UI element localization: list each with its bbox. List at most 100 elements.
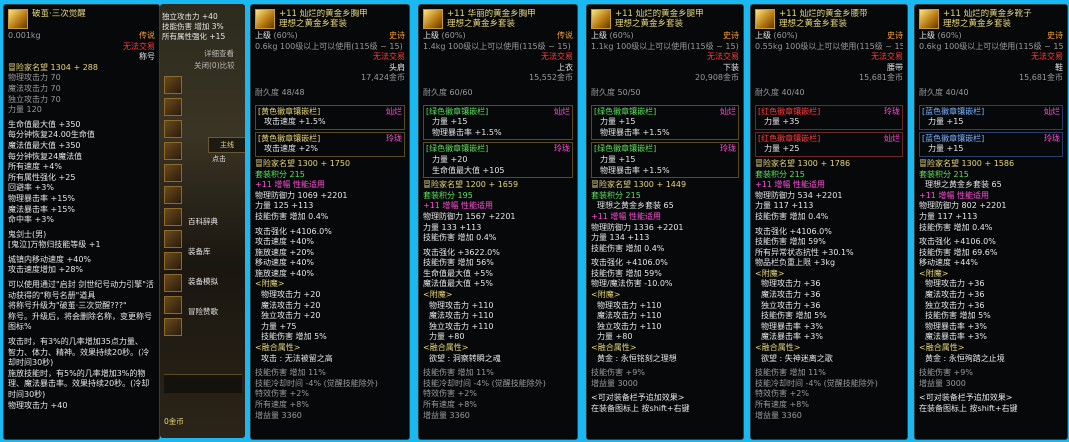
bonus-stats: 攻击强化 +4106.0% 技能伤害 增加 59% 所有异常状态抗性 +30.1… xyxy=(755,227,903,269)
fusion-stats: 技能伤害 增加 11% 技能冷却时间 -4% (觉醒技能除外) 特效伤害 +2%… xyxy=(255,368,405,421)
emblem-slot[interactable]: [红色徽章镶嵌栏] 玲珑 力量 +35 xyxy=(755,104,903,130)
emblem-slot[interactable]: [蓝色徽章镶嵌栏] 灿烂 力量 +15 xyxy=(919,104,1063,130)
stat-line: 攻击强化 +4106.0% xyxy=(255,226,332,236)
emblem-stat: 力量 +15 xyxy=(928,144,964,154)
emblem-slot[interactable]: [黄色徽章镶嵌栏] 灿烂 攻击速度 +1.5% xyxy=(255,104,405,130)
equipment-slot[interactable] xyxy=(164,230,182,248)
emblem-stat: 攻击速度 +1.5% xyxy=(264,117,326,127)
click-hint: 点击 xyxy=(212,155,226,163)
item-slot: 腰带 xyxy=(887,62,903,72)
item-rarity: 史诗 xyxy=(723,31,739,40)
amplify-line: +11 增幅 性能适用 xyxy=(919,190,989,200)
emblem-slot-label: [绿色徽章镶嵌栏] xyxy=(594,106,657,116)
item-rarity: 史诗 xyxy=(887,31,903,40)
item-weight: 1.4kg xyxy=(423,41,446,51)
stat-line: 技能伤害 增加 11% xyxy=(423,368,494,378)
fame-line: 冒险家名望 1300 + 1786 xyxy=(755,158,851,168)
quick-bar[interactable] xyxy=(164,374,242,393)
stat-line: 施放速度 +40% xyxy=(255,268,315,278)
fame-line: 冒险家名望 1304 + 288 xyxy=(8,62,98,72)
emblem-slot[interactable]: [绿色徽章镶嵌栏] 灿烂 力量 +15 物理暴击率 +1.5% xyxy=(591,104,739,141)
level-requirement: 100级以上可以使用(115级 ~ 15) xyxy=(447,41,571,51)
emblem-quality: 灿烂 xyxy=(884,133,900,143)
skill-damage-line: 技能伤害 增加 0.4% xyxy=(919,222,993,232)
emblem-slot[interactable]: [绿色徽章镶嵌栏] 灿烂 力量 +15 物理暴击率 +1.5% xyxy=(423,104,573,141)
stat-line: 物理攻击力 70 xyxy=(8,73,61,83)
menu-equipment-library[interactable]: 装备库 xyxy=(188,246,218,276)
menu-adventure[interactable]: 冒险赞歌 xyxy=(188,306,218,336)
equipment-slot[interactable] xyxy=(164,164,182,182)
skill-level-line: [鬼泣]万物归技能等级 +1 xyxy=(8,240,101,250)
emblem-quality: 玲珑 xyxy=(720,144,736,154)
equipment-slot[interactable] xyxy=(164,186,182,204)
durability: 耐久度 48/48 xyxy=(255,87,305,97)
hint-compare[interactable]: 关闭(0)比较 xyxy=(194,60,235,71)
emblem-quality: 玲珑 xyxy=(386,133,402,143)
fusion-name: 欲望 : 失神迷离之歌 xyxy=(761,353,833,363)
stat-line: 魔法攻击力 +36 xyxy=(761,290,821,300)
stat-line: 物品栏负重上限 +3kg xyxy=(755,258,836,268)
emblem-quality: 灿烂 xyxy=(554,106,570,116)
emblem-slot[interactable]: [绿色徽章镶嵌栏] 玲珑 力量 +20 生命值最大值 +105 xyxy=(423,142,573,179)
belt-item-icon xyxy=(755,9,775,29)
base-stats: 物理攻击力 70 魔法攻击力 70 独立攻击力 70 力量 120 xyxy=(8,73,155,115)
defense-line: 物理防御力 1336 +2201 xyxy=(591,222,684,232)
item-weight: 0.55kg xyxy=(755,41,783,51)
last-stat: 物理攻击力 +40 xyxy=(8,400,68,410)
stat-line: 技能伤害 增加 11% xyxy=(755,368,826,378)
equipment-slot[interactable] xyxy=(164,76,182,94)
enchant-stats: 物理攻击力 +36 魔法攻击力 +36 独立攻击力 +36 技能伤害 增加 5%… xyxy=(755,279,903,343)
fusion-name: 攻击 : 无法被留之高 xyxy=(261,353,333,363)
stat-line: 魔法攻击力 +110 xyxy=(597,311,662,321)
skill-damage-line: 技能伤害 增加 0.4% xyxy=(755,211,829,221)
equipment-slot[interactable] xyxy=(164,142,182,160)
hint-detail[interactable]: 详细查看 xyxy=(204,48,234,59)
stat-line: 魔法值最大值 +5% xyxy=(423,279,493,289)
equipment-slot[interactable] xyxy=(164,274,182,292)
desc-line: 称号。升级后，将会删除名称，变更称号图标% xyxy=(8,311,152,332)
stat-line: 独立攻击力 +110 xyxy=(597,321,662,331)
fusion-stats: 技能伤害 增加 11% 技能冷却时间 -4% (觉醒技能除外) 特效伤害 +2%… xyxy=(755,368,903,421)
sell-price: 15,681金币 xyxy=(1019,73,1063,83)
stat-line: 独立攻击力 +36 xyxy=(761,300,821,310)
description-2: 攻击时，有3%的几率增加35点力量、 智力、体力、精神。效果持续20秒。(冷却时… xyxy=(8,337,155,401)
enchant-header: <附魔> xyxy=(755,268,785,278)
emblem-slot[interactable]: [绿色徽章镶嵌栏] 玲珑 力量 +15 物理暴击率 +1.5% xyxy=(591,142,739,179)
emblem-stat: 生命值最大值 +105 xyxy=(432,165,505,175)
stat-line: 特效伤害 +2% xyxy=(755,389,809,399)
note-line: 在装备图标上 按shift+右键 xyxy=(919,404,1018,413)
stat-line: 技能冷却时间 -4% (觉醒技能除外) xyxy=(423,378,546,388)
menu-equipment-sim[interactable]: 装备模拟 xyxy=(188,276,218,306)
equipment-slot[interactable] xyxy=(164,318,182,336)
shoulder-item-icon xyxy=(255,9,275,29)
main-quest-button[interactable]: 主线 xyxy=(208,137,245,153)
equipment-slot[interactable] xyxy=(164,120,182,138)
extra-line: 城镇内移动速度 +40% xyxy=(8,254,92,264)
equipment-slot[interactable] xyxy=(164,296,182,314)
stat-line: 攻击速度 +40% xyxy=(255,237,315,247)
emblem-slot[interactable]: [黄色徽章镶嵌栏] 玲珑 攻击速度 +2% xyxy=(255,131,405,157)
defense-line: 物理防御力 802 +2201 xyxy=(919,201,1007,211)
equipment-slot[interactable] xyxy=(164,252,182,270)
stat-line: 所有属性强化 +25 xyxy=(8,172,76,182)
set-name-line: 理想之黄金乡套装 65 xyxy=(597,201,674,211)
stat-line: 技能冷却时间 -4% (觉醒技能除外) xyxy=(255,378,378,388)
stat-line: 独立攻击力 +36 xyxy=(925,300,985,310)
set-name-line: 理想之黄金乡套装 65 xyxy=(925,180,1002,190)
level-requirement: 100级以上可以使用(115级 ~ 15) xyxy=(785,41,903,51)
equipment-slot[interactable] xyxy=(164,208,182,226)
note-line: <可对装备栏予追加效果> xyxy=(919,393,1013,403)
emblem-slot[interactable]: [蓝色徽章镶嵌栏] 玲珑 力量 +15 xyxy=(919,131,1063,157)
menu-encyclopedia[interactable]: 百科辞典 xyxy=(188,216,218,246)
item-rarity: 传说 xyxy=(139,31,155,40)
emblem-slot[interactable]: [红色徽章镶嵌栏] 灿烂 力量 +25 xyxy=(755,131,903,157)
emblem-stat: 力量 +25 xyxy=(764,144,800,154)
desc-line: 可以使用通过"启封 剑世纪号动力引擎"活动获得的"称号名册"道具 xyxy=(8,280,154,300)
stat-line: 技能伤害 +9% xyxy=(919,368,973,378)
stat-line: 魔法攻击力 70 xyxy=(8,83,61,93)
item-rarity: 史诗 xyxy=(1047,31,1063,40)
durability: 耐久度 60/60 xyxy=(423,87,473,97)
equipment-slot[interactable] xyxy=(164,98,182,116)
stat-line: 所有速度 +8% xyxy=(755,400,809,409)
stat-line: 特效伤害 +2% xyxy=(255,389,309,399)
